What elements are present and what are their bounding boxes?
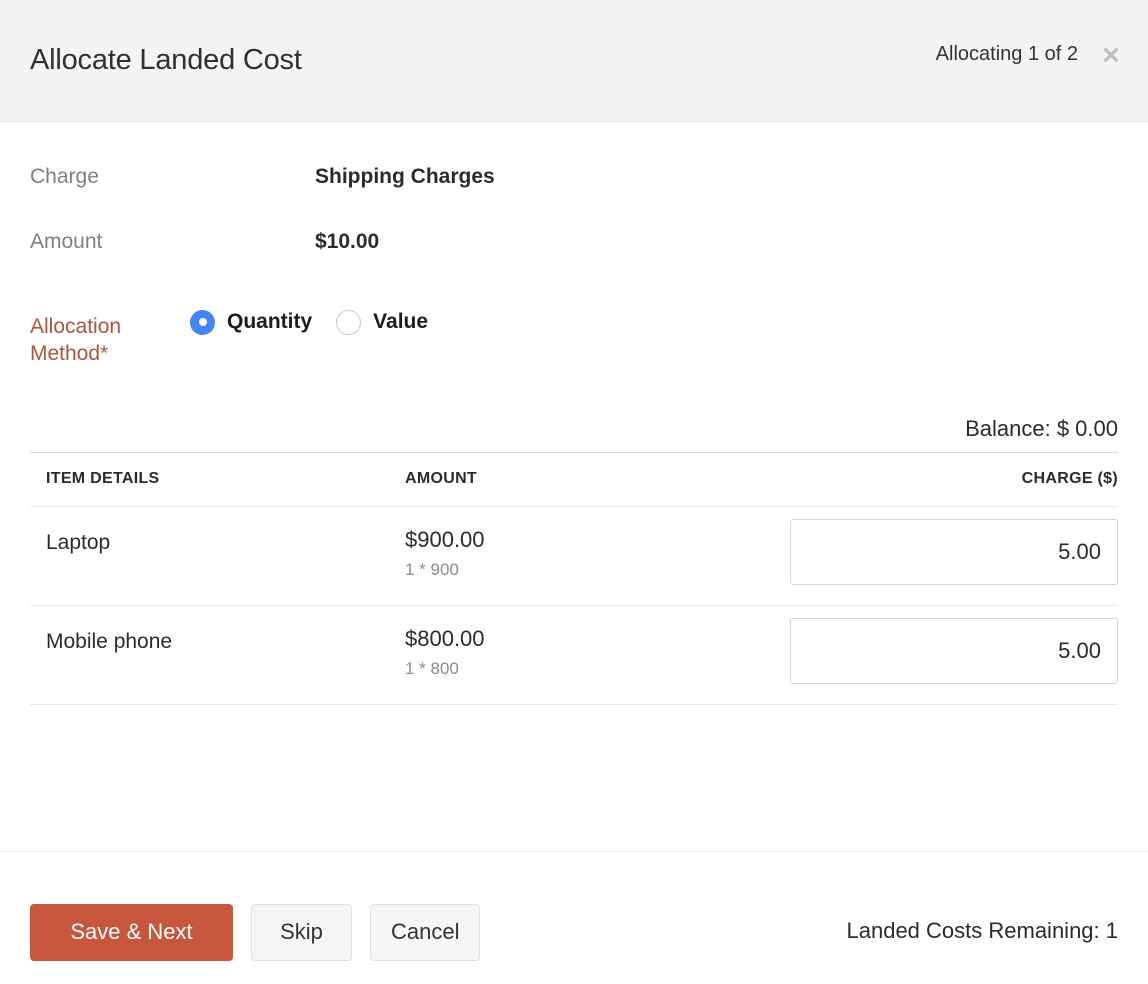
allocation-method-row: Allocation Method* Quantity Value [30,256,1118,368]
radio-option-quantity[interactable]: Quantity [190,310,312,335]
table-header: ITEM DETAILS AMOUNT CHARGE ($) [30,452,1118,506]
dialog-body: Charge Shipping Charges Amount $10.00 Al… [0,122,1148,851]
table-header-row: ITEM DETAILS AMOUNT CHARGE ($) [30,452,1118,506]
amount-field-row: Amount $10.00 [30,191,1118,256]
allocation-method-label: Allocation Method* [30,314,190,368]
header-right-group: Allocating 1 of 2 [936,42,1124,80]
table-row: Laptop $900.00 1 * 900 [30,506,1118,605]
allocating-counter: Allocating 1 of 2 [936,43,1078,66]
charge-field-row: Charge Shipping Charges [30,122,1118,191]
column-header-amount: AMOUNT [405,452,765,506]
item-amount: $900.00 [405,527,765,552]
cell-amount: $900.00 1 * 900 [405,506,765,605]
cell-charge [765,605,1118,704]
item-amount-detail: 1 * 800 [405,660,765,677]
item-name: Mobile phone [46,626,405,653]
dialog-header: Allocate Landed Cost Allocating 1 of 2 [0,0,1148,122]
close-icon[interactable] [1098,42,1124,68]
charge-input[interactable] [790,618,1118,684]
radio-selected-icon[interactable] [190,310,215,335]
landed-costs-remaining-note: Landed Costs Remaining: 1 [847,918,1119,946]
amount-value: $10.00 [315,229,379,256]
page-title: Allocate Landed Cost [30,46,302,75]
charge-input[interactable] [790,519,1118,585]
column-header-item-details: ITEM DETAILS [30,452,405,506]
cell-item-details: Laptop [30,506,405,605]
table-body: Laptop $900.00 1 * 900 Mobile phone [30,506,1118,704]
save-and-next-button[interactable]: Save & Next [30,904,233,961]
cell-amount: $800.00 1 * 800 [405,605,765,704]
dialog-footer: Save & Next Skip Cancel Landed Costs Rem… [0,851,1148,984]
charge-value: Shipping Charges [315,164,495,191]
radio-unselected-icon[interactable] [336,310,361,335]
cancel-button[interactable]: Cancel [370,904,480,961]
allocation-table: ITEM DETAILS AMOUNT CHARGE ($) Laptop $9… [30,452,1118,705]
cell-charge [765,506,1118,605]
item-name: Laptop [46,527,405,554]
radio-label-value: Value [373,310,428,334]
allocate-landed-cost-dialog: Allocate Landed Cost Allocating 1 of 2 C… [0,0,1148,984]
radio-option-value[interactable]: Value [336,310,428,335]
item-amount: $800.00 [405,626,765,651]
skip-button[interactable]: Skip [251,904,352,961]
column-header-charge: CHARGE ($) [765,452,1118,506]
item-amount-detail: 1 * 900 [405,561,765,578]
allocation-method-radio-group: Quantity Value [190,310,428,335]
cell-item-details: Mobile phone [30,605,405,704]
amount-label: Amount [30,229,315,256]
radio-label-quantity: Quantity [227,310,312,334]
balance-display: Balance: $ 0.00 [30,368,1118,452]
table-row: Mobile phone $800.00 1 * 800 [30,605,1118,704]
charge-label: Charge [30,164,315,191]
